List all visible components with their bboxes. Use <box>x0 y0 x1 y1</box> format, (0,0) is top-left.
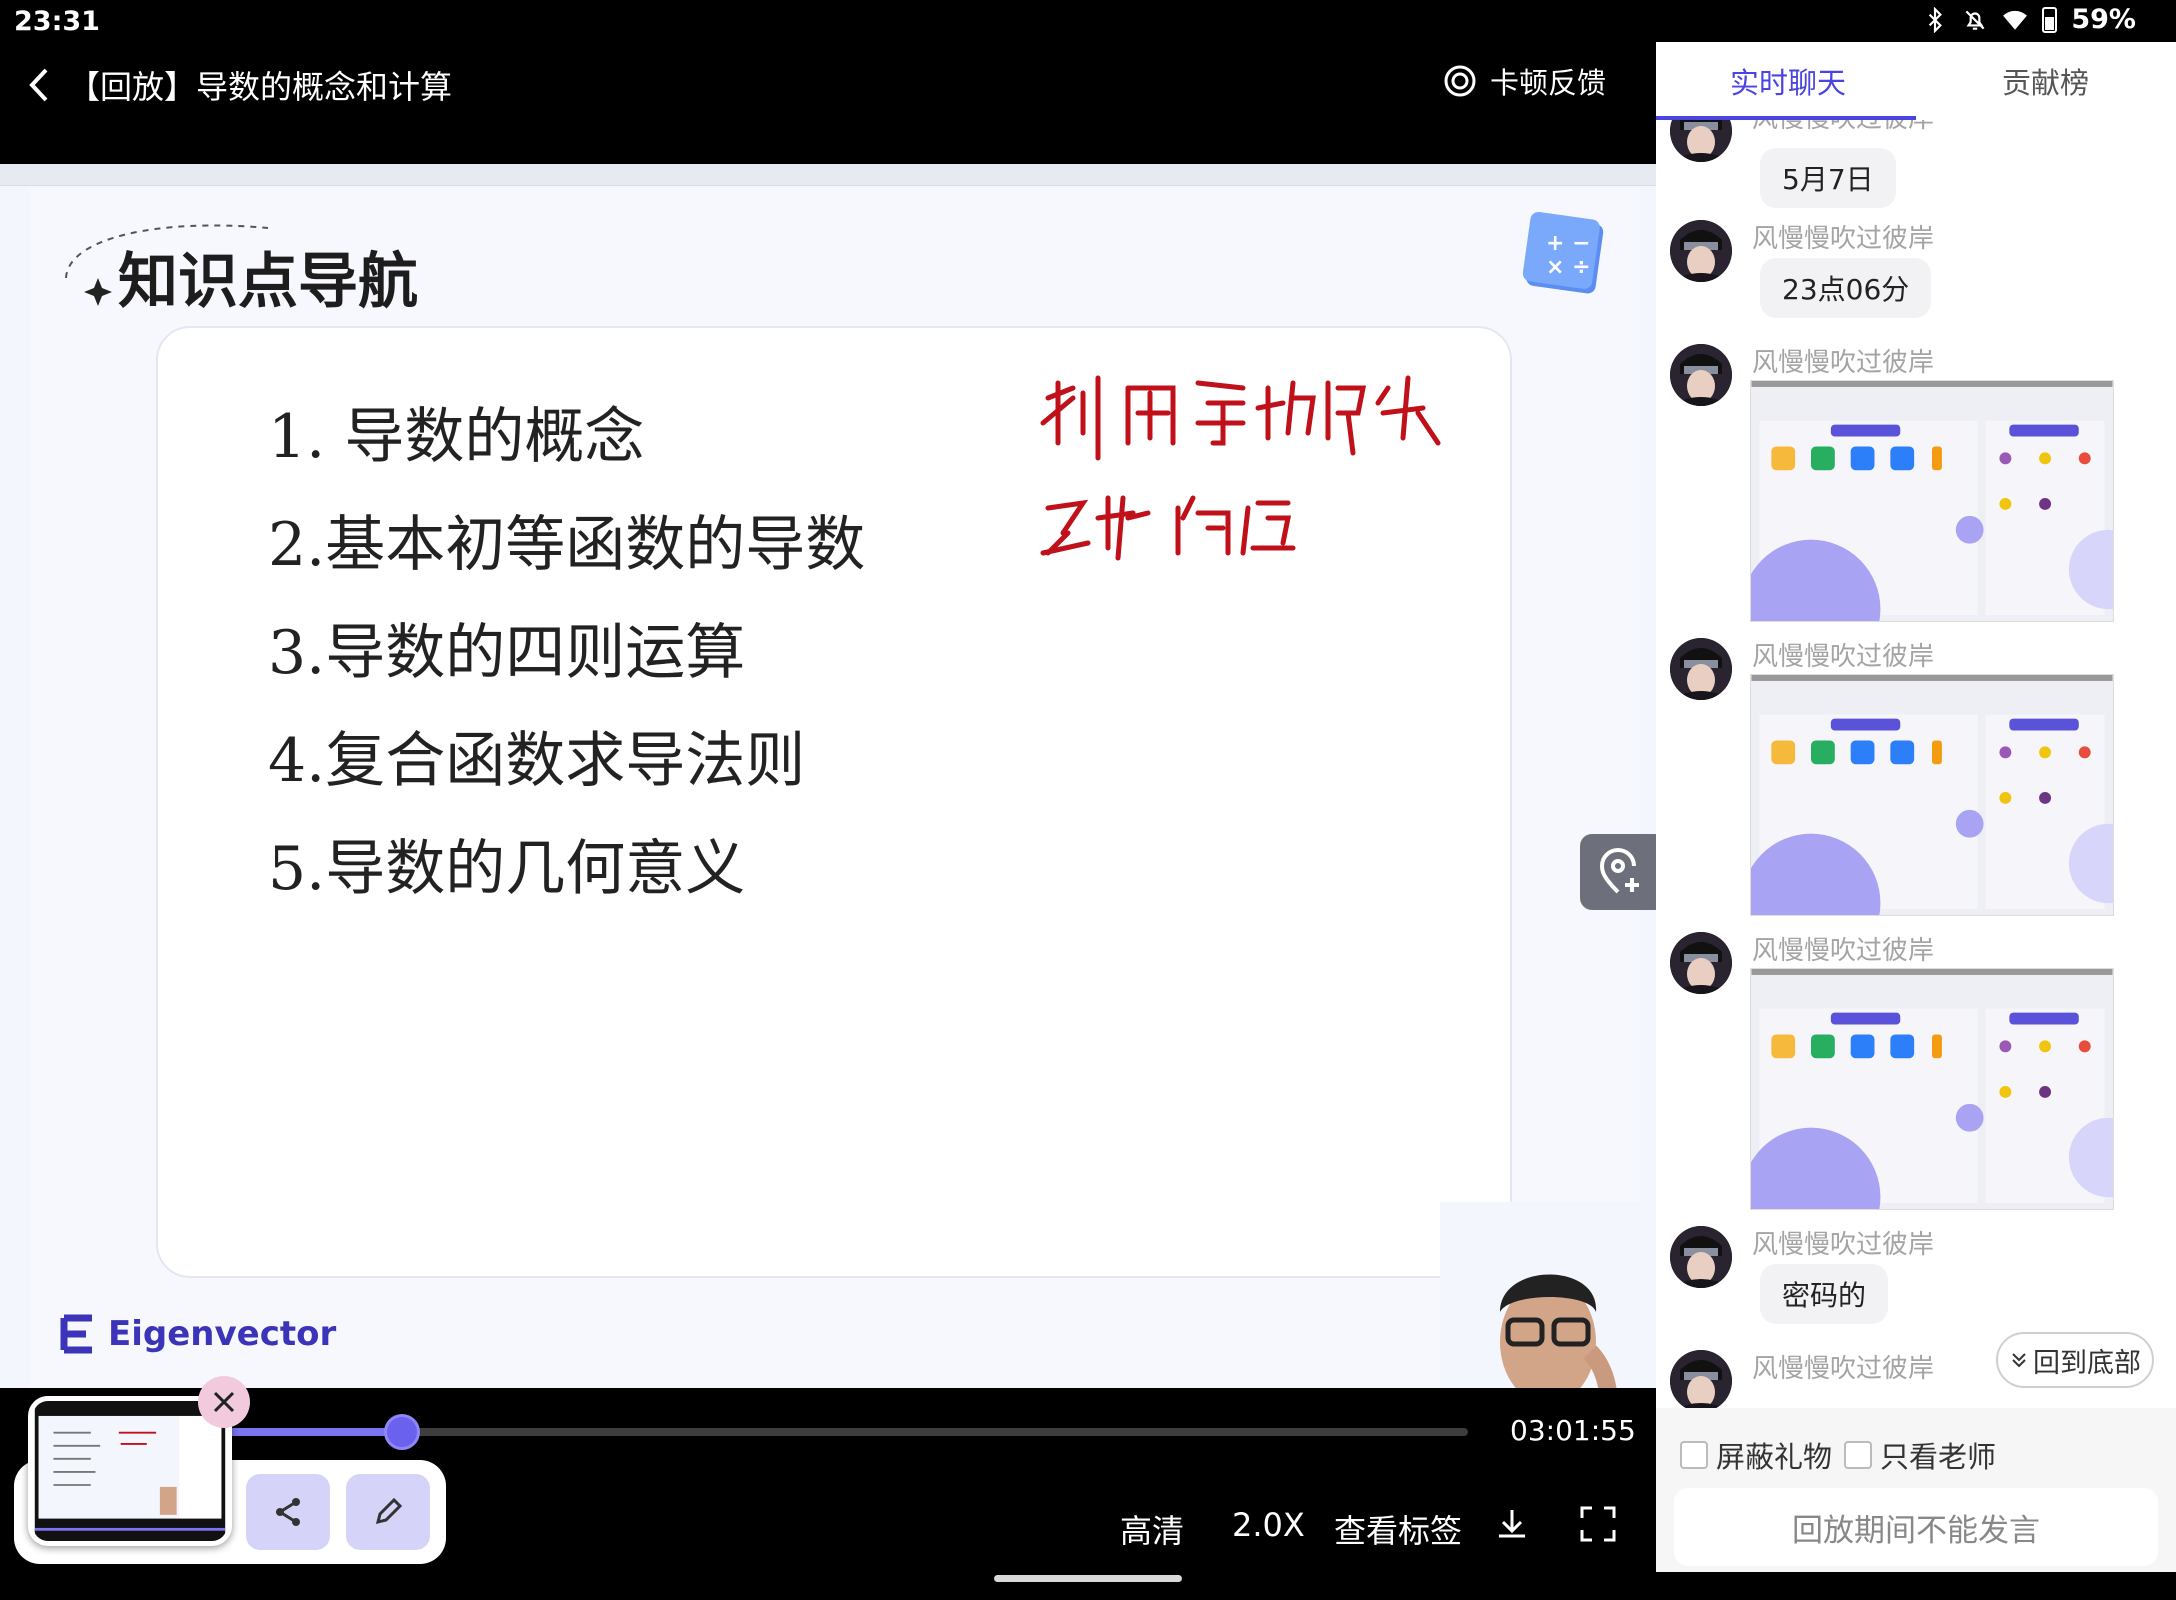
back-arrow-icon[interactable] <box>14 60 64 110</box>
teacher-only-toggle[interactable]: 只看老师 <box>1844 1434 1996 1476</box>
video-header: 【回放】导数的概念和计算 卡顿反馈 <box>0 42 1656 164</box>
tab-contribution-rank[interactable]: 贡献榜 <box>2002 60 2089 102</box>
avatar <box>1670 220 1732 282</box>
toc-item-5: 5.导数的几何意义 <box>268 834 746 904</box>
progress-fill <box>228 1428 402 1436</box>
block-gifts-label: 屏蔽礼物 <box>1716 1440 1833 1474</box>
sender-name: 风慢慢吹过彼岸 <box>1752 936 1935 966</box>
tab-live-chat[interactable]: 实时聊天 <box>1730 60 1846 102</box>
battery-icon <box>2042 6 2058 33</box>
toc-item-1: 1. 导数的概念 <box>268 402 645 472</box>
pip-close-button[interactable] <box>198 1376 250 1428</box>
message-image[interactable] <box>1750 674 2114 916</box>
chat-input-placeholder: 回放期间不能发言 <box>1792 1512 2040 1549</box>
teacher-camera-feed <box>1440 1202 1656 1388</box>
double-chevron-down-icon <box>2012 1353 2026 1368</box>
slide-heading: 知识点导航 <box>118 247 418 317</box>
progress-bar[interactable] <box>228 1414 1468 1450</box>
download-icon[interactable] <box>1490 1502 1534 1546</box>
pip-thumbnail[interactable] <box>28 1396 232 1546</box>
page-title: 【回放】导数的概念和计算 <box>68 68 453 106</box>
mute-icon <box>1965 10 1985 30</box>
avatar <box>1670 1350 1732 1412</box>
message-image[interactable] <box>1750 968 2114 1210</box>
slide-toolbar-strip <box>0 164 1656 186</box>
block-gifts-toggle[interactable]: 屏蔽礼物 <box>1680 1434 1832 1476</box>
avatar <box>1670 344 1732 406</box>
location-add-icon <box>1599 848 1639 894</box>
avatar <box>1670 638 1732 700</box>
chat-message-list[interactable]: 风慢慢吹过彼岸 5月7日 风慢慢吹过彼岸 23点06分 风慢慢吹过彼岸 <box>1656 120 2176 1450</box>
feedback-ring-icon <box>1444 65 1476 97</box>
fullscreen-icon[interactable] <box>1576 1502 1620 1546</box>
playback-time: 03:01:55 <box>1510 1414 1636 1447</box>
avatar <box>1670 932 1732 994</box>
toc-item-2: 2.基本初等函数的导数 <box>268 510 866 580</box>
add-note-float-button[interactable] <box>1580 834 1656 910</box>
sender-name: 风慢慢吹过彼岸 <box>1752 348 1935 378</box>
math-book-icon: + − × ÷ <box>1522 211 1604 294</box>
speed-button[interactable]: 2.0X <box>1232 1506 1305 1544</box>
message-image[interactable] <box>1750 380 2114 622</box>
brand-logo: Eigenvector <box>58 1312 336 1356</box>
wifi-icon <box>2003 10 2028 30</box>
chat-tabs: 实时聊天 贡献榜 <box>1656 42 2176 120</box>
teacher-only-checkbox[interactable] <box>1844 1441 1872 1469</box>
sender-name: 风慢慢吹过彼岸 <box>1752 120 1934 135</box>
view-bookmarks-button[interactable]: 查看标签 <box>1334 1506 1462 1552</box>
close-icon <box>213 1391 235 1413</box>
sender-name: 风慢慢吹过彼岸 <box>1752 642 1935 672</box>
pencil-icon <box>375 1497 403 1525</box>
progress-thumb[interactable] <box>383 1414 420 1450</box>
quality-button[interactable]: 高清 <box>1120 1506 1184 1552</box>
block-gifts-checkbox[interactable] <box>1680 1441 1708 1469</box>
svg-text:× ÷: × ÷ <box>1546 255 1591 280</box>
avatar <box>1670 120 1732 162</box>
back-to-bottom-label: 回到底部 <box>2033 1347 2141 1379</box>
home-indicator[interactable] <box>994 1575 1182 1582</box>
message-bubble: 23点06分 <box>1760 258 1932 318</box>
toc-item-3: 3.导数的四则运算 <box>268 618 746 688</box>
chat-input[interactable]: 回放期间不能发言 <box>1674 1488 2158 1566</box>
annotate-button[interactable] <box>346 1474 430 1550</box>
sender-name: 风慢慢吹过彼岸 <box>1752 1354 1935 1384</box>
status-bar: 23:31 59% <box>0 0 2176 42</box>
handwritten-annotation <box>1040 375 1441 561</box>
svg-text:+ −: + − <box>1546 231 1591 256</box>
brand-name: Eigenvector <box>108 1314 337 1354</box>
message-bubble: 密码的 <box>1760 1264 1889 1324</box>
toc-card: 1. 导数的概念 2.基本初等函数的导数 3.导数的四则运算 4.复合函数求导法… <box>156 326 1512 1278</box>
share-icon <box>276 1498 300 1526</box>
message-bubble: 5月7日 <box>1760 148 1896 208</box>
status-time: 23:31 <box>14 6 100 37</box>
toc-item-4: 4.复合函数求导法则 <box>268 726 806 796</box>
pip-preview-image <box>34 1401 226 1541</box>
bluetooth-icon <box>1929 6 1943 33</box>
eigenvector-logo-icon <box>60 1314 92 1354</box>
back-to-bottom-button[interactable]: 回到底部 <box>1996 1332 2154 1388</box>
sender-name: 风慢慢吹过彼岸 <box>1752 224 1935 254</box>
avatar <box>1670 1226 1732 1288</box>
app-root: 23:31 59% 【回放】导数的概念和计算 卡顿反馈 知识点导航 + − × … <box>0 0 2176 1600</box>
slide-page: 知识点导航 + − × ÷ 1. 导数的概念 2.基本初等函数的导数 3.导数的… <box>30 188 1640 1388</box>
chat-footer: 屏蔽礼物 只看老师 回放期间不能发言 <box>1656 1408 2176 1572</box>
slide-area[interactable]: 知识点导航 + − × ÷ 1. 导数的概念 2.基本初等函数的导数 3.导数的… <box>0 164 1656 1388</box>
share-button[interactable] <box>246 1474 330 1550</box>
status-icons: 59% <box>1922 4 2136 35</box>
battery-level: 59% <box>2071 4 2136 35</box>
teacher-only-label: 只看老师 <box>1880 1440 1997 1474</box>
sender-name: 风慢慢吹过彼岸 <box>1752 1230 1935 1260</box>
lag-feedback-button[interactable]: 卡顿反馈 <box>1440 60 1606 102</box>
lag-feedback-label: 卡顿反馈 <box>1489 66 1606 100</box>
chat-panel: 实时聊天 贡献榜 风慢慢吹过彼岸 5月7日 风慢慢吹过彼岸 23点06分 风慢慢… <box>1656 42 2176 1572</box>
